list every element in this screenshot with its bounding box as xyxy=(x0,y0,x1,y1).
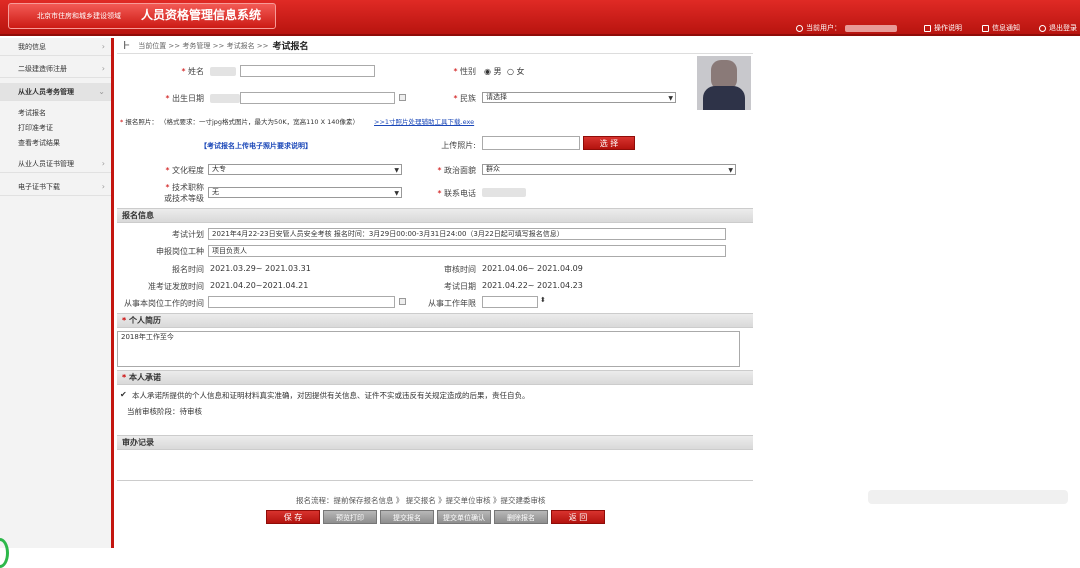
divider xyxy=(117,480,753,481)
name-redacted xyxy=(210,67,236,76)
title-label-2: 或技术等级 xyxy=(164,194,204,203)
commit-section: * 本人承诺 xyxy=(117,370,753,385)
signup-time-value: 2021.03.29~ 2021.03.31 xyxy=(210,264,311,273)
gender-male-radio[interactable]: ◉ 男 xyxy=(484,66,502,77)
sidebar-item-constructor-reg[interactable]: 二级建造师注册 › xyxy=(0,60,111,78)
app-header: 北京市住房和城乡建设领域 人员资格管理信息系统 当前用户： 操作说明 信息通知 … xyxy=(0,0,1080,36)
name-label: * 姓名 xyxy=(181,67,204,76)
review-stage: 当前审核阶段：待审核 xyxy=(127,407,202,416)
calendar-icon[interactable] xyxy=(399,94,406,101)
breadcrumb: Ⱶ 当前位置 >> 考务管理 >> 考试报名 >> 考试报名 xyxy=(117,38,753,54)
photo-requirement: （格式要求：一寸jpg格式图片，最大为50K，宽高110 X 140像素） xyxy=(160,118,359,126)
birth-label: * 出生日期 xyxy=(165,94,204,103)
sidebar-item-exam-management[interactable]: 从业人员考务管理 ⌄ xyxy=(0,83,111,101)
photo-help-link[interactable]: 【考试报名上传电子照片要求说明】 xyxy=(200,141,312,151)
current-user: 当前用户： xyxy=(796,22,897,34)
pin-icon: Ⱶ xyxy=(123,39,131,52)
contact-label: * 联系电话 xyxy=(437,189,476,198)
start-work-input[interactable] xyxy=(208,296,395,308)
mail-icon xyxy=(982,24,989,32)
title-select[interactable]: 无 ▼ xyxy=(208,187,402,198)
politics-select[interactable]: 群众 ▼ xyxy=(482,164,736,175)
title-label: * 技术职称 xyxy=(165,183,204,192)
power-icon xyxy=(1039,24,1046,32)
sidebar: 我的信息 › 二级建造师注册 › 从业人员考务管理 ⌄ 考试报名 打印准考证 查看考试… xyxy=(0,38,114,568)
sidebar-item-my-info[interactable]: 我的信息 › xyxy=(0,38,111,56)
contact-redacted xyxy=(482,188,526,197)
checkbox-icon xyxy=(924,24,931,32)
birth-redacted xyxy=(210,94,240,103)
resume-textarea[interactable]: 2018年工作至今 xyxy=(117,331,740,367)
nation-label: * 民族 xyxy=(453,94,476,103)
org-name: 北京市住房和城乡建设领域 xyxy=(37,12,121,20)
sidebar-item-e-certificate[interactable]: 电子证书下载 › xyxy=(0,178,111,196)
photo-label: * 报名照片： xyxy=(120,118,158,126)
resume-section: * 个人简历 xyxy=(117,313,753,328)
chevron-down-icon: ⌄ xyxy=(98,87,105,96)
page-title: 考试报名 xyxy=(272,42,309,52)
plan-field[interactable]: 2021年4月22-23日安管人员安全考核 报名时间：3月29日00:00-3月… xyxy=(208,228,726,240)
photo-tool-link[interactable]: >>1寸照片处理辅助工具下载.exe xyxy=(374,116,474,126)
delete-signup-button[interactable]: 删除报名 xyxy=(494,510,548,524)
commit-text: 本人承诺所提供的个人信息和证明材料真实准确，对因提供有关信息、证件不实或违反有关… xyxy=(132,391,530,400)
politics-label: * 政治面貌 xyxy=(437,166,476,175)
chevron-right-icon: › xyxy=(101,64,105,73)
help-link[interactable]: 操作说明 xyxy=(924,22,962,34)
exam-date-value: 2021.04.22~ 2021.04.23 xyxy=(482,281,583,290)
exam-date-label: 考试日期 xyxy=(444,282,476,291)
education-label: * 文化程度 xyxy=(165,166,204,175)
watermark xyxy=(868,490,1068,504)
select-photo-button[interactable]: 选 择 xyxy=(583,136,635,150)
signup-info-section: 报名信息 xyxy=(117,208,753,223)
sidebar-subitem-exam-results[interactable]: 查看考试结果 xyxy=(18,138,60,148)
sidebar-subitem-exam-signup[interactable]: 考试报名 xyxy=(18,108,46,118)
upload-input[interactable] xyxy=(482,136,580,150)
position-label: 申报岗位工种 xyxy=(156,247,204,256)
process-flow: 报名流程：提前保存报名信息 》 提交报名 》提交单位审核 》提交建委审核 xyxy=(296,496,546,505)
save-button[interactable]: 保 存 xyxy=(266,510,320,524)
user-icon xyxy=(796,24,803,32)
admit-time-label: 准考证发放时间 xyxy=(148,282,204,291)
submit-unit-confirm-button[interactable]: 提交单位确认 xyxy=(437,510,491,524)
notification-link[interactable]: 信息通知 xyxy=(982,22,1020,34)
preview-print-button[interactable]: 预览打印 xyxy=(323,510,377,524)
chevron-right-icon: › xyxy=(101,159,105,168)
logout-link[interactable]: 退出登录 xyxy=(1039,22,1077,34)
decorative-circle xyxy=(0,538,9,568)
commit-checkbox[interactable]: ✔ xyxy=(120,390,127,399)
gender-female-radio[interactable]: ○ 女 xyxy=(507,66,525,77)
birth-date-input[interactable] xyxy=(240,92,395,104)
calendar-icon[interactable] xyxy=(399,298,406,305)
chevron-right-icon: › xyxy=(101,182,105,191)
sidebar-subitem-print-admit[interactable]: 打印准考证 xyxy=(18,123,53,133)
nation-select[interactable]: 请选择 ▼ xyxy=(482,92,676,103)
admit-time-value: 2021.04.20~2021.04.21 xyxy=(210,281,309,290)
chevron-right-icon: › xyxy=(101,42,105,51)
start-work-label: 从事本岗位工作的时间 xyxy=(124,299,204,308)
position-field[interactable]: 项目负责人 xyxy=(208,245,726,257)
sidebar-item-certificate-management[interactable]: 从业人员证书管理 › xyxy=(0,155,111,173)
system-title: 人员资格管理信息系统 xyxy=(141,8,262,22)
years-input[interactable] xyxy=(482,296,538,308)
education-select[interactable]: 大专 ▼ xyxy=(208,164,402,175)
back-button[interactable]: 返 回 xyxy=(551,510,605,524)
years-label: 从事工作年限 xyxy=(428,299,476,308)
review-time-label: 审核时间 xyxy=(444,265,476,274)
spinner-icon[interactable]: ⬍ xyxy=(540,296,546,304)
user-name-redacted xyxy=(845,24,897,32)
records-section: 审办记录 xyxy=(117,435,753,450)
applicant-photo xyxy=(697,56,751,110)
gender-label: * 性别 xyxy=(453,67,476,76)
name-input[interactable] xyxy=(240,65,375,77)
upload-label: 上传照片: xyxy=(441,141,476,150)
review-time-value: 2021.04.06~ 2021.04.09 xyxy=(482,264,583,273)
signup-time-label: 报名时间 xyxy=(172,265,204,274)
submit-signup-button[interactable]: 提交报名 xyxy=(380,510,434,524)
plan-label: 考试计划 xyxy=(172,230,204,239)
